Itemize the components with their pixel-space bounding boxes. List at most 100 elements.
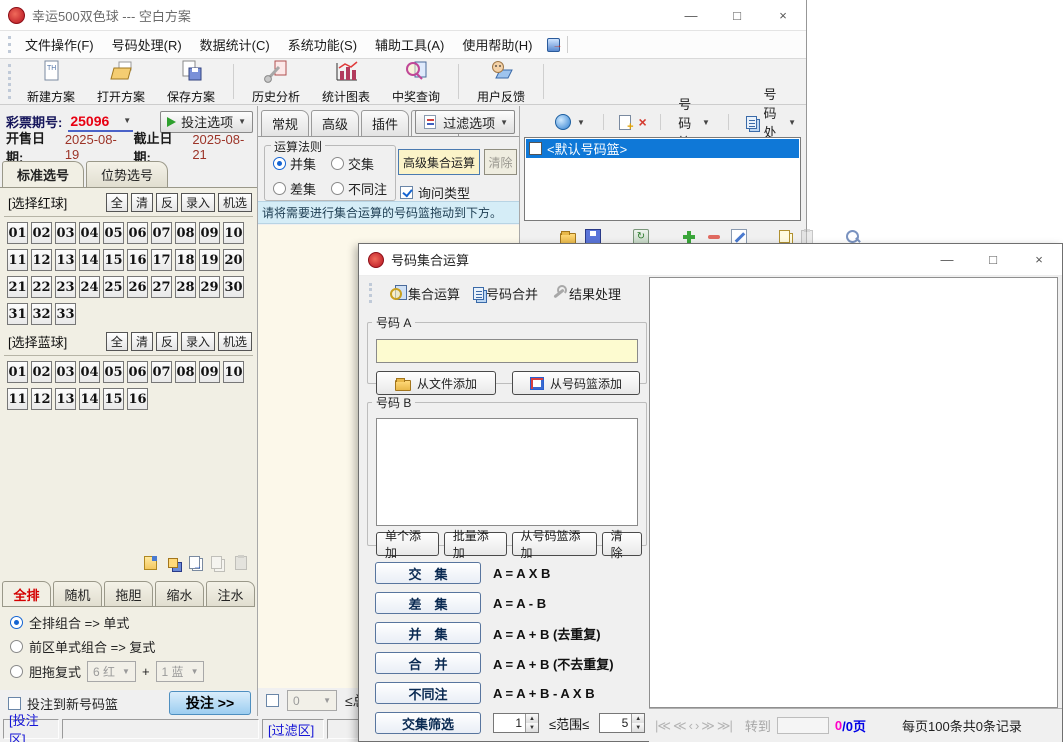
blue-count-select[interactable]: 1 蓝 ▼: [156, 661, 205, 682]
blue-ball-14[interactable]: 14: [79, 388, 100, 410]
blue-ball-13[interactable]: 13: [55, 388, 76, 410]
number-a-input[interactable]: [376, 339, 638, 363]
delete-basket-icon[interactable]: ×: [639, 114, 647, 130]
red-ball-05[interactable]: 05: [103, 222, 124, 244]
history-analysis-button[interactable]: 历史分析: [241, 60, 311, 104]
op-button-4[interactable]: 合 并: [375, 652, 481, 674]
single-add-button[interactable]: 单个添加: [376, 532, 439, 556]
red-action-4[interactable]: 录入: [181, 193, 215, 212]
blue-ball-12[interactable]: 12: [31, 388, 52, 410]
red-ball-21[interactable]: 21: [7, 276, 28, 298]
blue-ball-06[interactable]: 06: [127, 361, 148, 383]
close-button[interactable]: ×: [760, 0, 806, 30]
stats-chart-button[interactable]: 统计图表: [311, 60, 381, 104]
view-mode-button[interactable]: ▼: [550, 110, 590, 134]
mode-front-single[interactable]: 前区单式组合 => 复式: [10, 637, 155, 656]
red-ball-31[interactable]: 31: [7, 303, 28, 325]
maximize-button[interactable]: □: [714, 0, 760, 30]
op-button-3[interactable]: 并 集: [375, 622, 481, 644]
red-ball-28[interactable]: 28: [175, 276, 196, 298]
radio-icon[interactable]: [273, 182, 286, 195]
add-from-file-button[interactable]: 从文件添加: [376, 371, 496, 395]
basket-list-item[interactable]: <默认号码篮>: [526, 139, 799, 158]
pager-next-icon[interactable]: ›: [695, 718, 698, 734]
spin-down-icon[interactable]: ▼: [632, 723, 644, 732]
red-ball-16[interactable]: 16: [127, 249, 148, 271]
red-action-1[interactable]: 全: [106, 193, 128, 212]
red-ball-11[interactable]: 11: [7, 249, 28, 271]
red-ball-14[interactable]: 14: [79, 249, 100, 271]
radio-icon[interactable]: [331, 157, 344, 170]
basket-menu-button[interactable]: 号码篮 ▼: [673, 110, 715, 134]
select-tab-1[interactable]: 标准选号: [2, 161, 84, 187]
red-ball-02[interactable]: 02: [31, 222, 52, 244]
red-ball-29[interactable]: 29: [199, 276, 220, 298]
blue-ball-02[interactable]: 02: [31, 361, 52, 383]
copy-icon[interactable]: [779, 230, 790, 243]
total-count-select[interactable]: 0 ▼: [287, 690, 337, 711]
middle-tab-1[interactable]: 常规: [261, 110, 309, 136]
blue-ball-04[interactable]: 04: [79, 361, 100, 383]
rule-option-3[interactable]: 差集: [273, 179, 331, 198]
process-menu-button[interactable]: 号码处理 ▼: [741, 110, 801, 134]
blue-action-3[interactable]: 反: [156, 332, 178, 351]
radio-icon[interactable]: [10, 665, 23, 678]
basket-checkbox[interactable]: [529, 142, 542, 155]
radio-icon[interactable]: [10, 640, 23, 653]
feedback-button[interactable]: 用户反馈: [466, 60, 536, 104]
clear-button[interactable]: 清除: [602, 532, 642, 556]
ask-type-checkbox[interactable]: [400, 186, 413, 199]
goto-page-input[interactable]: [777, 717, 829, 734]
blue-ball-16[interactable]: 16: [127, 388, 148, 410]
red-ball-08[interactable]: 08: [175, 222, 196, 244]
mode-dantuo[interactable]: 胆拖复式 6 红 ▼ + 1 蓝 ▼: [10, 661, 204, 682]
ask-type-option[interactable]: 询问类型: [400, 183, 470, 202]
op-button-2[interactable]: 差 集: [375, 592, 481, 614]
copy-icon[interactable]: [211, 556, 222, 569]
red-action-5[interactable]: 机选: [218, 193, 252, 212]
red-ball-10[interactable]: 10: [223, 222, 244, 244]
red-ball-24[interactable]: 24: [79, 276, 100, 298]
combo-tab-5[interactable]: 注水: [206, 581, 255, 606]
red-ball-19[interactable]: 19: [199, 249, 220, 271]
rule-option-1[interactable]: 并集: [273, 154, 331, 173]
main-titlebar[interactable]: 幸运500双色球 --- 空白方案 — □ ×: [0, 0, 806, 30]
red-ball-18[interactable]: 18: [175, 249, 196, 271]
red-ball-07[interactable]: 07: [151, 222, 172, 244]
menu-item-2[interactable]: 号码处理(R): [103, 31, 191, 58]
new-plan-button[interactable]: TH 新建方案: [16, 60, 86, 104]
blue-action-5[interactable]: 机选: [218, 332, 252, 351]
op-button-1[interactable]: 交 集: [375, 562, 481, 584]
paste-icon[interactable]: [235, 556, 247, 570]
range-max-spinner[interactable]: 5▲▼: [599, 713, 645, 733]
dialog-maximize-button[interactable]: □: [970, 245, 1016, 275]
new-note-icon[interactable]: [144, 556, 157, 570]
middle-tab-2[interactable]: 高级: [311, 110, 359, 136]
radio-icon[interactable]: [273, 157, 286, 170]
advanced-set-operation-button[interactable]: 高级集合运算: [398, 149, 480, 175]
add-from-basket-button[interactable]: 从号码篮添加: [512, 371, 640, 395]
pager-fast-prev-icon[interactable]: ≪: [673, 718, 686, 734]
open-plan-button[interactable]: 打开方案: [86, 60, 156, 104]
red-ball-15[interactable]: 15: [103, 249, 124, 271]
save-plan-button[interactable]: 保存方案: [156, 60, 226, 104]
red-action-2[interactable]: 清: [131, 193, 153, 212]
op-button-6[interactable]: 交集筛选: [375, 712, 481, 734]
menu-item-4[interactable]: 系统功能(S): [279, 31, 366, 58]
batch-add-button[interactable]: 批量添加: [444, 532, 507, 556]
red-ball-13[interactable]: 13: [55, 249, 76, 271]
red-ball-04[interactable]: 04: [79, 222, 100, 244]
tab-number-merge[interactable]: 号码合并: [473, 284, 538, 303]
tab-result-process[interactable]: 结果处理: [551, 284, 621, 303]
paste-icon[interactable]: [801, 230, 813, 244]
rule-option-4[interactable]: 不同注: [331, 179, 397, 198]
blue-ball-05[interactable]: 05: [103, 361, 124, 383]
pager-last-icon[interactable]: ≫|: [717, 718, 732, 734]
bet-button[interactable]: 投注 >>: [169, 691, 251, 715]
combo-tab-2[interactable]: 随机: [53, 581, 102, 606]
bet-to-basket-checkbox[interactable]: [8, 697, 21, 710]
blue-ball-15[interactable]: 15: [103, 388, 124, 410]
combo-tab-3[interactable]: 拖胆: [104, 581, 153, 606]
red-ball-23[interactable]: 23: [55, 276, 76, 298]
dialog-titlebar[interactable]: 号码集合运算 — □ ×: [359, 244, 1062, 276]
